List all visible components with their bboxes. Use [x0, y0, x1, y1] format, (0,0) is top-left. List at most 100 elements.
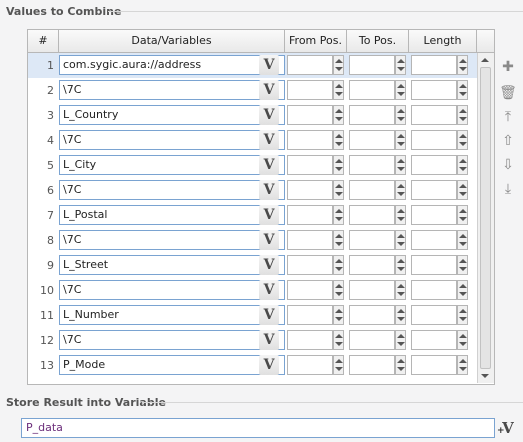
scroll-up-arrow[interactable] [480, 55, 491, 66]
table-row[interactable]: 3 L_Country V [28, 103, 494, 128]
variable-picker-button[interactable]: V [259, 305, 279, 325]
to-pos-field[interactable] [349, 80, 395, 100]
move-top-icon[interactable]: ⤒ [499, 108, 517, 126]
variable-picker-button[interactable]: V [259, 105, 279, 125]
col-header-to[interactable]: To Pos. [347, 30, 409, 52]
to-pos-field[interactable] [349, 105, 395, 125]
to-pos-field[interactable] [349, 330, 395, 350]
to-pos-spinner[interactable] [395, 155, 406, 175]
from-pos-spinner[interactable] [333, 180, 344, 200]
data-variable-field[interactable]: L_Street [59, 255, 285, 275]
data-variable-field[interactable]: \7C [59, 280, 285, 300]
move-bottom-icon[interactable]: ⤓ [499, 180, 517, 198]
move-up-icon[interactable]: ⇧ [499, 132, 517, 150]
data-variable-field[interactable]: \7C [59, 230, 285, 250]
length-field[interactable] [411, 80, 457, 100]
add-icon[interactable]: ✚ [499, 58, 517, 76]
data-variable-field[interactable]: \7C [59, 80, 285, 100]
length-spinner[interactable] [457, 130, 468, 150]
store-variable-button[interactable]: + V [497, 417, 518, 439]
from-pos-spinner[interactable] [333, 280, 344, 300]
from-pos-field[interactable] [287, 280, 333, 300]
col-header-from[interactable]: From Pos. [285, 30, 347, 52]
scroll-down-arrow[interactable] [480, 370, 491, 381]
data-variable-field[interactable]: com.sygic.aura://address [59, 55, 285, 75]
length-field[interactable] [411, 55, 457, 75]
from-pos-field[interactable] [287, 230, 333, 250]
data-variable-field[interactable]: \7C [59, 130, 285, 150]
to-pos-spinner[interactable] [395, 230, 406, 250]
col-header-length[interactable]: Length [409, 30, 477, 52]
from-pos-field[interactable] [287, 130, 333, 150]
data-variable-field[interactable]: L_City [59, 155, 285, 175]
grid-scrollbar[interactable] [477, 53, 494, 383]
length-spinner[interactable] [457, 105, 468, 125]
from-pos-field[interactable] [287, 330, 333, 350]
from-pos-field[interactable] [287, 55, 333, 75]
from-pos-field[interactable] [287, 255, 333, 275]
length-spinner[interactable] [457, 255, 468, 275]
to-pos-spinner[interactable] [395, 130, 406, 150]
variable-picker-button[interactable]: V [259, 230, 279, 250]
variable-picker-button[interactable]: V [259, 205, 279, 225]
to-pos-field[interactable] [349, 280, 395, 300]
to-pos-field[interactable] [349, 305, 395, 325]
from-pos-spinner[interactable] [333, 255, 344, 275]
store-variable-input[interactable]: P_data [21, 418, 495, 438]
length-spinner[interactable] [457, 180, 468, 200]
variable-picker-button[interactable]: V [259, 255, 279, 275]
to-pos-field[interactable] [349, 355, 395, 375]
variable-picker-button[interactable]: V [259, 355, 279, 375]
variable-picker-button[interactable]: V [259, 130, 279, 150]
data-variable-field[interactable]: L_Country [59, 105, 285, 125]
length-spinner[interactable] [457, 305, 468, 325]
from-pos-spinner[interactable] [333, 55, 344, 75]
to-pos-spinner[interactable] [395, 105, 406, 125]
variable-picker-button[interactable]: V [259, 280, 279, 300]
length-field[interactable] [411, 255, 457, 275]
length-field[interactable] [411, 230, 457, 250]
data-variable-field[interactable]: \7C [59, 180, 285, 200]
length-spinner[interactable] [457, 155, 468, 175]
to-pos-spinner[interactable] [395, 255, 406, 275]
length-field[interactable] [411, 355, 457, 375]
to-pos-spinner[interactable] [395, 55, 406, 75]
from-pos-spinner[interactable] [333, 130, 344, 150]
to-pos-field[interactable] [349, 155, 395, 175]
from-pos-spinner[interactable] [333, 355, 344, 375]
table-row[interactable]: 1 com.sygic.aura://address V [28, 53, 494, 78]
to-pos-spinner[interactable] [395, 80, 406, 100]
length-field[interactable] [411, 330, 457, 350]
data-variable-field[interactable]: \7C [59, 330, 285, 350]
to-pos-field[interactable] [349, 55, 395, 75]
table-row[interactable]: 9 L_Street V [28, 253, 494, 278]
to-pos-field[interactable] [349, 130, 395, 150]
col-header-num[interactable]: # [28, 30, 59, 52]
from-pos-field[interactable] [287, 355, 333, 375]
length-spinner[interactable] [457, 55, 468, 75]
to-pos-spinner[interactable] [395, 280, 406, 300]
from-pos-field[interactable] [287, 155, 333, 175]
length-spinner[interactable] [457, 80, 468, 100]
to-pos-field[interactable] [349, 180, 395, 200]
delete-icon[interactable]: 🗑 [499, 84, 517, 102]
to-pos-field[interactable] [349, 230, 395, 250]
to-pos-spinner[interactable] [395, 330, 406, 350]
table-row[interactable]: 8 \7C V [28, 228, 494, 253]
table-row[interactable]: 5 L_City V [28, 153, 494, 178]
length-field[interactable] [411, 130, 457, 150]
variable-picker-button[interactable]: V [259, 180, 279, 200]
to-pos-spinner[interactable] [395, 305, 406, 325]
length-field[interactable] [411, 205, 457, 225]
data-variable-field[interactable]: L_Number [59, 305, 285, 325]
length-spinner[interactable] [457, 280, 468, 300]
table-row[interactable]: 7 L_Postal V [28, 203, 494, 228]
from-pos-spinner[interactable] [333, 105, 344, 125]
length-spinner[interactable] [457, 330, 468, 350]
from-pos-spinner[interactable] [333, 330, 344, 350]
length-field[interactable] [411, 305, 457, 325]
length-field[interactable] [411, 105, 457, 125]
scroll-thumb[interactable] [480, 67, 491, 369]
col-header-data[interactable]: Data/Variables [59, 30, 285, 52]
from-pos-field[interactable] [287, 205, 333, 225]
